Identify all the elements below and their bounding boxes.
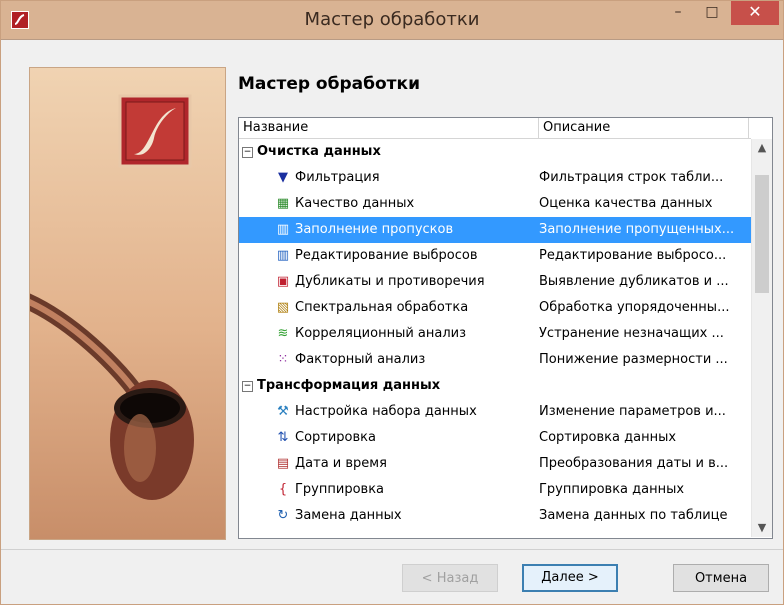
close-button[interactable]: ✕ <box>731 1 779 25</box>
item-description: Понижение размерности ... <box>539 352 728 367</box>
outliers-icon: ▥ <box>276 248 290 263</box>
item-description: Фильтрация строк табли... <box>539 170 724 185</box>
list-item[interactable]: { Группировка Группировка данных <box>239 477 751 503</box>
wizard-heading: Мастер обработки <box>238 74 420 94</box>
factor-icon: ⁙ <box>277 352 289 367</box>
item-name: Группировка <box>295 482 385 497</box>
fill-gaps-icon: ▥ <box>276 222 290 237</box>
group-row[interactable]: − Трансформация данных <box>239 373 751 399</box>
list-item[interactable]: ▤ Дата и время Преобразования даты и в... <box>239 451 751 477</box>
collapse-toggle-icon[interactable]: − <box>242 147 253 158</box>
item-name: Качество данных <box>295 196 415 211</box>
item-description: Устранение незначащих ... <box>539 326 724 341</box>
list-header: Название Описание <box>239 118 751 139</box>
item-description: Замена данных по таблице <box>539 508 728 523</box>
item-description: Заполнение пропущенных... <box>539 222 735 237</box>
item-name: Корреляционный анализ <box>295 326 467 341</box>
item-name: Замена данных <box>295 508 402 523</box>
column-header-name[interactable]: Название <box>239 118 539 138</box>
item-description: Группировка данных <box>539 482 685 497</box>
item-name: Заполнение пропусков <box>295 222 454 237</box>
correlation-icon: ≋ <box>277 326 289 341</box>
item-description: Сортировка данных <box>539 430 677 445</box>
item-description: Выявление дубликатов и ... <box>539 274 729 289</box>
item-name: Дата и время <box>295 456 387 471</box>
item-description: Оценка качества данных <box>539 196 713 211</box>
item-description: Преобразования даты и в... <box>539 456 729 471</box>
list-rows: − Очистка данных ▼ Фильтрация Фильтрация стр… <box>239 139 751 529</box>
title-bar: Мастер обработки – □ ✕ <box>1 1 783 39</box>
list-item[interactable]: ⚒ Настройка набора данных Изменение параме… <box>239 399 751 425</box>
processing-tree-list[interactable]: Название Описание − Очистка данных ▼ Фильтр… <box>238 117 773 539</box>
group-label: Трансформация данных <box>257 378 441 393</box>
datetime-icon: ▤ <box>276 456 290 471</box>
title-divider <box>1 39 783 40</box>
collapse-toggle-icon[interactable]: − <box>242 381 253 392</box>
wizard-window: Мастер обработки – □ ✕ Мастер обработки … <box>0 0 784 605</box>
item-name: Факторный анализ <box>295 352 426 367</box>
list-item[interactable]: ▥ Редактирование выбросов Редактирование в… <box>239 243 751 269</box>
sort-icon: ⇅ <box>277 430 289 445</box>
replace-icon: ↻ <box>277 508 289 523</box>
cancel-button[interactable]: Отмена <box>673 564 769 592</box>
list-item[interactable]: ⇅ Сортировка Сортировка данных <box>239 425 751 451</box>
item-name: Фильтрация <box>295 170 380 185</box>
item-name: Сортировка <box>295 430 376 445</box>
list-item[interactable]: ▣ Дубликаты и противоречия Выявление дубли… <box>239 269 751 295</box>
item-description: Изменение параметров и... <box>539 404 726 419</box>
duplicates-icon: ▣ <box>276 274 290 289</box>
scroll-up-button[interactable]: ▲ <box>752 139 772 157</box>
list-item[interactable]: ▧ Спектральная обработка Обработка упорядо… <box>239 295 751 321</box>
wizard-side-image <box>29 67 226 540</box>
footer-divider <box>1 549 783 550</box>
vertical-scrollbar[interactable]: ▲ ▼ <box>751 139 772 537</box>
item-name: Дубликаты и противоречия <box>295 274 485 289</box>
wrench-icon: ⚒ <box>277 404 289 419</box>
item-description: Редактирование выбросо... <box>539 248 727 263</box>
data-quality-icon: ▦ <box>276 196 290 211</box>
filter-icon: ▼ <box>278 170 288 185</box>
back-button[interactable]: < Назад <box>402 564 498 592</box>
group-row[interactable]: − Очистка данных <box>239 139 751 165</box>
minimize-button[interactable]: – <box>661 1 695 25</box>
group-label: Очистка данных <box>257 144 381 159</box>
scroll-thumb[interactable] <box>755 175 769 293</box>
column-header-description[interactable]: Описание <box>539 118 749 138</box>
list-item[interactable]: ↻ Замена данных Замена данных по таблице <box>239 503 751 529</box>
item-name: Редактирование выбросов <box>295 248 478 263</box>
item-name: Настройка набора данных <box>295 404 477 419</box>
list-item[interactable]: ▥ Заполнение пропусков Заполнение пропущен… <box>239 217 751 243</box>
scroll-down-button[interactable]: ▼ <box>752 519 772 537</box>
list-item[interactable]: ▦ Качество данных Оценка качества данных <box>239 191 751 217</box>
list-item[interactable]: ▼ Фильтрация Фильтрация строк табли... <box>239 165 751 191</box>
list-item[interactable]: ⁙ Факторный анализ Понижение размерности .… <box>239 347 751 373</box>
maximize-button[interactable]: □ <box>695 1 729 25</box>
item-name: Спектральная обработка <box>295 300 469 315</box>
spectral-icon: ▧ <box>276 300 290 315</box>
list-item[interactable]: ≋ Корреляционный анализ Устранение незнача… <box>239 321 751 347</box>
next-button[interactable]: Далее > <box>522 564 618 592</box>
item-description: Обработка упорядоченны... <box>539 300 730 315</box>
grouping-icon: { <box>278 482 288 497</box>
